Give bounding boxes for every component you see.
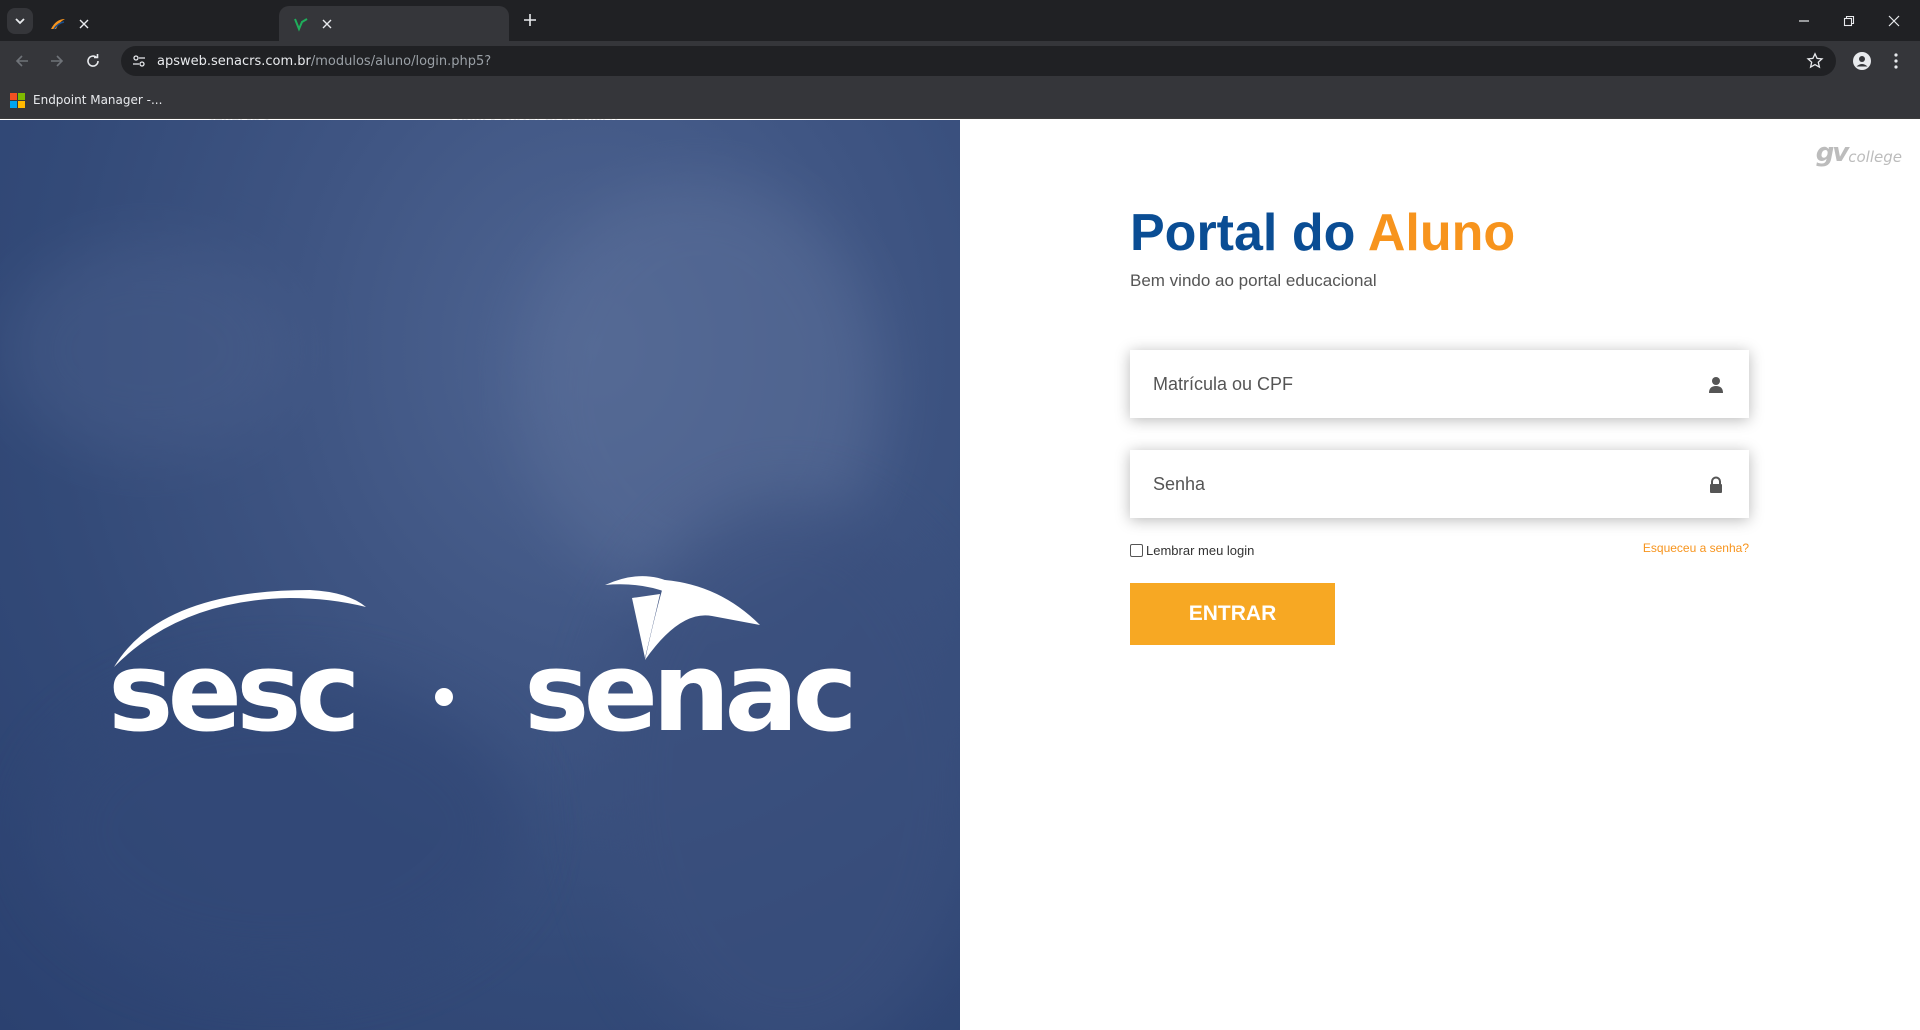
bookmark-label: Endpoint Manager -...: [33, 93, 163, 107]
minimize-icon: [1798, 19, 1809, 22]
restore-icon: [1843, 15, 1854, 26]
logo-separator-dot: [435, 688, 453, 706]
browser-menu-button[interactable]: [1883, 48, 1909, 74]
close-tab-icon[interactable]: [319, 16, 335, 32]
close-window-button[interactable]: [1871, 0, 1916, 41]
url-path: /modulos/aluno/login.php5?: [310, 54, 492, 69]
page-title: Portal do Aluno: [1130, 203, 1515, 263]
portal-favicon-icon: [293, 16, 309, 32]
site-info-icon[interactable]: [131, 53, 147, 69]
page-subtitle: Bem vindo ao portal educacional: [1130, 271, 1377, 290]
title-part-portal: Portal do: [1130, 204, 1356, 262]
profile-button[interactable]: [1849, 48, 1875, 74]
close-icon: [1888, 15, 1899, 26]
microsoft-logo-icon: [10, 92, 25, 108]
login-submit-button[interactable]: ENTRAR: [1130, 583, 1335, 645]
url-host: apsweb.senacrs.com.br: [157, 54, 311, 69]
arrow-right-icon: [51, 55, 64, 67]
back-button[interactable]: [9, 48, 35, 74]
remember-checkbox[interactable]: [1130, 544, 1143, 557]
url-text: apsweb.senacrs.com.br/modulos/aluno/logi…: [157, 54, 491, 69]
plus-icon: [524, 14, 536, 26]
reload-button[interactable]: [80, 48, 106, 74]
restore-button[interactable]: [1826, 0, 1871, 41]
remember-login[interactable]: Lembrar meu login: [1130, 543, 1254, 558]
user-icon: [1709, 377, 1723, 393]
bookmarks-bar: Endpoint Manager -...: [0, 81, 1920, 119]
reload-icon: [87, 54, 99, 67]
forgot-password-link[interactable]: Esqueceu a senha?: [1643, 541, 1749, 555]
login-panel: gv college Portal do Aluno Bem vindo ao …: [960, 120, 1920, 1030]
gv-logo-mark: gv: [1815, 138, 1850, 168]
hero-photo-shape: [0, 240, 300, 460]
close-tab-icon[interactable]: [76, 16, 92, 32]
tab-search-button[interactable]: [7, 8, 33, 34]
lock-icon: [1710, 476, 1722, 493]
new-tab-button[interactable]: [519, 9, 541, 31]
tab-senac-rs[interactable]: Senac-RS: [36, 6, 276, 126]
minimize-button[interactable]: [1781, 0, 1826, 41]
senac-wordmark: senac: [524, 628, 852, 750]
arrow-left-icon: [15, 55, 28, 67]
page-content: sesc senac gv college Portal do Aluno Be…: [0, 120, 1920, 1030]
username-input[interactable]: [1130, 350, 1749, 418]
profile-icon: [1853, 52, 1871, 70]
remember-label: Lembrar meu login: [1146, 543, 1255, 558]
gv-logo-college: college: [1848, 148, 1902, 166]
sesc-senac-logo: sesc senac: [108, 576, 858, 750]
title-part-aluno: Aluno: [1367, 204, 1516, 262]
password-field-container: [1130, 450, 1749, 518]
forward-button[interactable]: [44, 48, 70, 74]
browser-tabstrip: Senac-RS Login - Portal Acadêmico: [0, 0, 1920, 126]
gv-college-logo: gv college: [1816, 140, 1902, 166]
bookmark-endpoint-manager[interactable]: Endpoint Manager -...: [10, 91, 162, 109]
password-input[interactable]: [1130, 450, 1749, 518]
address-bar[interactable]: apsweb.senacrs.com.br/modulos/aluno/logi…: [121, 46, 1836, 76]
more-vertical-icon: [1894, 53, 1898, 69]
tab-login-portal[interactable]: Login - Portal Acadêmico: [279, 6, 618, 126]
bookmark-star-icon[interactable]: [1806, 52, 1824, 70]
chevron-down-icon: [15, 18, 25, 25]
sesc-wordmark: sesc: [108, 628, 355, 750]
senac-favicon-icon: [50, 16, 66, 32]
browser-toolbar: apsweb.senacrs.com.br/modulos/aluno/logi…: [0, 41, 1920, 81]
hero-image-panel: sesc senac: [0, 120, 960, 1030]
username-field-container: [1130, 350, 1749, 418]
